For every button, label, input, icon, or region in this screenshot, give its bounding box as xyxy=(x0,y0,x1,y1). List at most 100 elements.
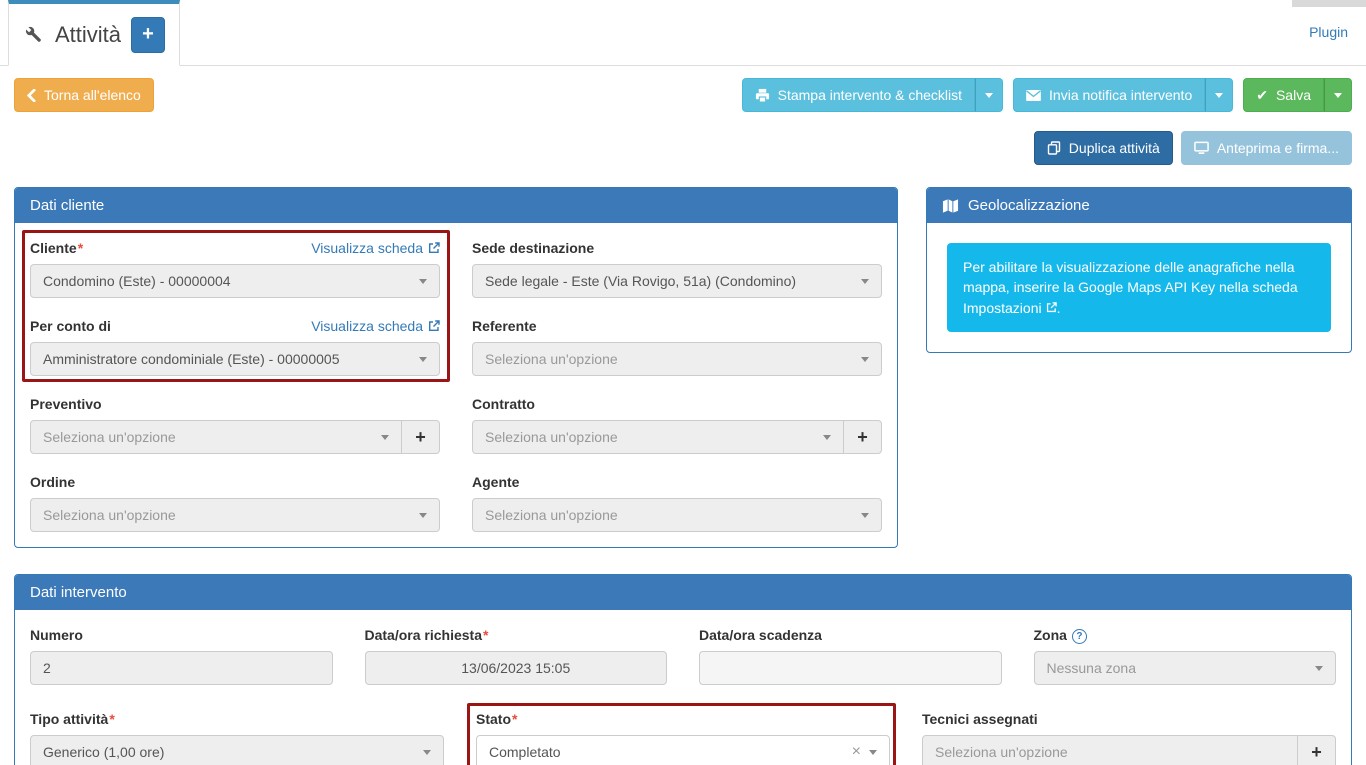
panel-dati-cliente-header: Dati cliente xyxy=(15,188,897,223)
caret-down-icon xyxy=(1215,93,1223,98)
envelope-icon xyxy=(1026,90,1041,101)
panel-dati-intervento-header: Dati intervento xyxy=(15,575,1351,610)
field-numero: Numero 2 xyxy=(30,625,333,685)
copy-icon xyxy=(1047,141,1061,155)
add-activity-button[interactable]: + xyxy=(131,17,165,53)
preventivo-label: Preventivo xyxy=(30,396,102,412)
add-tecnico-button[interactable]: + xyxy=(1298,735,1336,765)
data-scadenza-input[interactable] xyxy=(699,651,1002,685)
field-referente: Referente Seleziona un'opzione xyxy=(472,316,882,376)
per-conto-label: Per conto di xyxy=(30,318,111,334)
agente-select[interactable]: Seleziona un'opzione xyxy=(472,498,882,532)
stato-label: Stato* xyxy=(476,711,517,727)
panel-geolocalizzazione: Geolocalizzazione Per abilitare la visua… xyxy=(926,187,1352,353)
field-data-richiesta: Data/ora richiesta* 13/06/2023 15:05 xyxy=(365,625,668,685)
notify-button-group: Invia notifica intervento xyxy=(1013,78,1233,112)
referente-select[interactable]: Seleziona un'opzione xyxy=(472,342,882,376)
cliente-select[interactable]: Condomino (Este) - 00000004 xyxy=(30,264,440,298)
field-agente: Agente Seleziona un'opzione xyxy=(472,472,882,532)
panel-geo-title: Geolocalizzazione xyxy=(968,197,1090,214)
agente-label: Agente xyxy=(472,474,519,490)
caret-down-icon xyxy=(423,750,431,755)
field-tecnici-assegnati: Tecnici assegnati Seleziona un'opzione + xyxy=(922,709,1336,765)
external-link-icon xyxy=(1046,302,1057,313)
preview-sign-button[interactable]: Anteprima e firma... xyxy=(1181,131,1352,165)
question-circle-icon[interactable]: ? xyxy=(1072,629,1087,644)
data-richiesta-input[interactable]: 13/06/2023 15:05 xyxy=(365,651,668,685)
panel-dati-intervento-title: Dati intervento xyxy=(30,584,127,601)
field-ordine: Ordine Seleziona un'opzione xyxy=(30,472,440,532)
stato-select[interactable]: Completato × xyxy=(476,735,890,765)
caret-down-icon xyxy=(869,750,877,755)
save-button-group: ✔ Salva xyxy=(1243,78,1352,112)
tecnici-label: Tecnici assegnati xyxy=(922,711,1038,727)
external-link-icon xyxy=(428,320,440,332)
page-title: Attività xyxy=(55,22,121,48)
tipo-attivita-label: Tipo attività* xyxy=(30,711,115,727)
map-icon xyxy=(942,199,959,213)
field-tipo-attivita: Tipo attività* Generico (1,00 ore) xyxy=(30,709,444,765)
caret-down-icon xyxy=(1315,666,1323,671)
caret-down-icon xyxy=(419,279,427,284)
field-stato: Stato* Completato × xyxy=(476,709,890,765)
save-label: Salva xyxy=(1276,87,1311,103)
back-to-list-button[interactable]: Torna all'elenco xyxy=(14,78,154,112)
printer-icon xyxy=(755,88,770,103)
required-mark: * xyxy=(109,711,114,727)
panel-dati-cliente-title: Dati cliente xyxy=(30,197,104,214)
sede-select[interactable]: Sede legale - Este (Via Rovigo, 51a) (Co… xyxy=(472,264,882,298)
preview-sign-label: Anteprima e firma... xyxy=(1217,140,1339,156)
zona-select[interactable]: Nessuna zona xyxy=(1034,651,1337,685)
impostazioni-link[interactable]: Impostazioni xyxy=(963,298,1057,318)
external-link-icon xyxy=(428,242,440,254)
clear-icon[interactable]: × xyxy=(852,743,861,761)
send-notification-button[interactable]: Invia notifica intervento xyxy=(1013,78,1205,112)
caret-down-icon xyxy=(381,435,389,440)
notify-dropdown-toggle[interactable] xyxy=(1205,78,1233,112)
field-sede-destinazione: Sede destinazione Sede legale - Este (Vi… xyxy=(472,238,882,298)
geo-alert-suffix: . xyxy=(1057,300,1061,316)
panel-dati-intervento: Dati intervento Numero 2 Data/ora richie… xyxy=(14,574,1352,765)
tab-attivita[interactable]: Attività + xyxy=(8,0,180,66)
caret-down-icon xyxy=(861,513,869,518)
contratto-select[interactable]: Seleziona un'opzione xyxy=(472,420,844,454)
caret-down-icon xyxy=(861,357,869,362)
ordine-select[interactable]: Seleziona un'opzione xyxy=(30,498,440,532)
geo-info-alert: Per abilitare la visualizzazione delle a… xyxy=(947,243,1331,332)
field-contratto: Contratto Seleziona un'opzione + xyxy=(472,394,882,454)
duplicate-activity-button[interactable]: Duplica attività xyxy=(1034,131,1173,165)
plugin-link[interactable]: Plugin xyxy=(1309,24,1348,40)
tecnici-select[interactable]: Seleziona un'opzione xyxy=(922,735,1298,765)
add-contratto-button[interactable]: + xyxy=(844,420,882,454)
print-intervention-button[interactable]: Stampa intervento & checklist xyxy=(742,78,975,112)
numero-input: 2 xyxy=(30,651,333,685)
preventivo-select[interactable]: Seleziona un'opzione xyxy=(30,420,402,454)
tipo-attivita-select[interactable]: Generico (1,00 ore) xyxy=(30,735,444,765)
referente-label: Referente xyxy=(472,318,537,334)
data-richiesta-label: Data/ora richiesta* xyxy=(365,627,489,643)
monitor-icon xyxy=(1194,141,1209,155)
duplicate-activity-label: Duplica attività xyxy=(1069,140,1160,156)
required-mark: * xyxy=(512,711,517,727)
per-conto-select[interactable]: Amministratore condominiale (Este) - 000… xyxy=(30,342,440,376)
print-dropdown-toggle[interactable] xyxy=(975,78,1003,112)
inactive-tab-stub xyxy=(1292,0,1366,7)
chevron-left-icon xyxy=(27,89,36,102)
check-icon: ✔ xyxy=(1256,87,1268,104)
wrench-icon xyxy=(23,24,45,46)
field-per-conto-di: Per conto di Visualizza scheda Amministr… xyxy=(30,316,440,376)
field-cliente: Cliente* Visualizza scheda Condomino (Es… xyxy=(30,238,440,298)
save-button[interactable]: ✔ Salva xyxy=(1243,78,1324,112)
numero-label: Numero xyxy=(30,627,83,643)
save-dropdown-toggle[interactable] xyxy=(1324,78,1352,112)
panel-dati-cliente: Dati cliente Cliente* Visualizza scheda … xyxy=(14,187,898,548)
view-card-link-per-conto[interactable]: Visualizza scheda xyxy=(311,318,440,334)
panel-geo-header: Geolocalizzazione xyxy=(927,188,1351,223)
required-mark: * xyxy=(78,240,83,256)
data-scadenza-label: Data/ora scadenza xyxy=(699,627,822,643)
caret-down-icon xyxy=(985,93,993,98)
view-card-link-cliente[interactable]: Visualizza scheda xyxy=(311,240,440,256)
send-notification-label: Invia notifica intervento xyxy=(1049,87,1192,103)
add-preventivo-button[interactable]: + xyxy=(402,420,440,454)
caret-down-icon xyxy=(419,513,427,518)
